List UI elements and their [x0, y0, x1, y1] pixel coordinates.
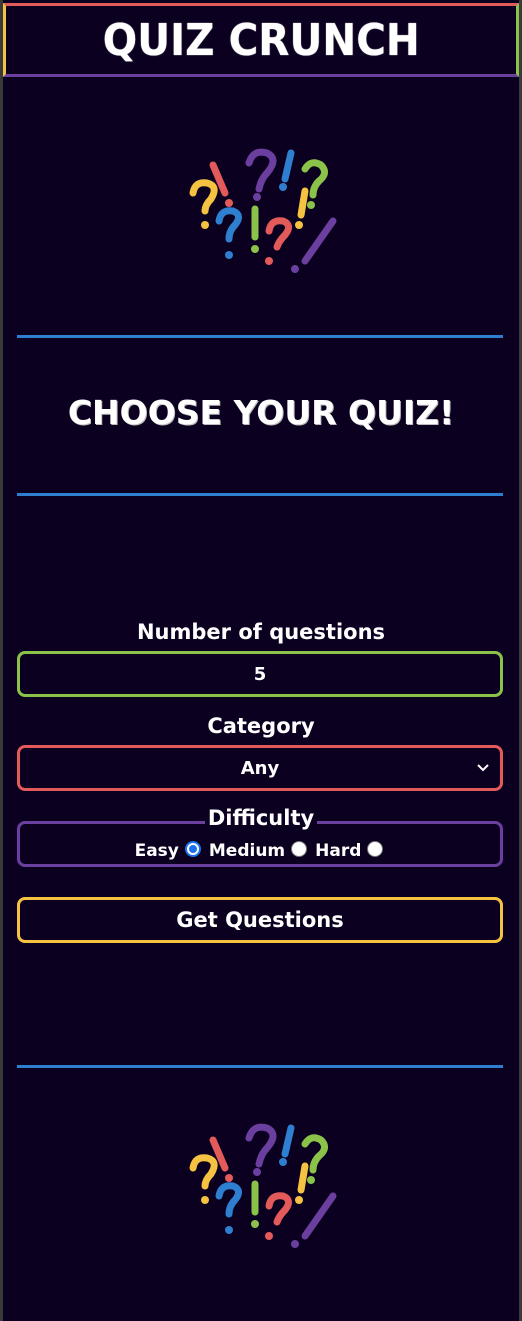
get-questions-button[interactable]: Get Questions	[17, 897, 503, 943]
number-of-questions-label: Number of questions	[136, 620, 386, 644]
difficulty-hard-radio[interactable]	[367, 841, 384, 857]
divider	[17, 1065, 503, 1068]
number-of-questions-input[interactable]: 5	[17, 651, 503, 697]
header: QUIZ CRUNCH	[3, 3, 519, 77]
difficulty-hard-label: Hard	[315, 841, 362, 861]
category-select[interactable]: Any	[17, 745, 503, 791]
divider	[17, 335, 503, 338]
difficulty-easy-radio[interactable]	[184, 841, 201, 857]
divider	[17, 493, 503, 496]
difficulty-medium-label: Medium	[208, 841, 286, 861]
logo-icon	[189, 148, 337, 273]
app-title: QUIZ CRUNCH	[102, 14, 420, 66]
category-selected-value: Any	[240, 757, 280, 779]
logo-icon	[189, 1123, 337, 1248]
chevron-down-icon	[477, 764, 489, 772]
difficulty-options: Easy Medium Hard	[3, 839, 519, 863]
difficulty-medium-radio[interactable]	[291, 841, 308, 857]
page-subtitle: CHOOSE YOUR QUIZ!	[67, 393, 455, 432]
page: QUIZ CRUNCH CHOOSE YOUR QUIZ! Number of …	[3, 0, 519, 1321]
number-of-questions-value: 5	[253, 663, 267, 685]
difficulty-legend: Difficulty	[204, 806, 318, 830]
get-questions-label: Get Questions	[176, 908, 344, 932]
difficulty-easy-label: Easy	[134, 841, 179, 861]
category-label: Category	[207, 714, 315, 738]
